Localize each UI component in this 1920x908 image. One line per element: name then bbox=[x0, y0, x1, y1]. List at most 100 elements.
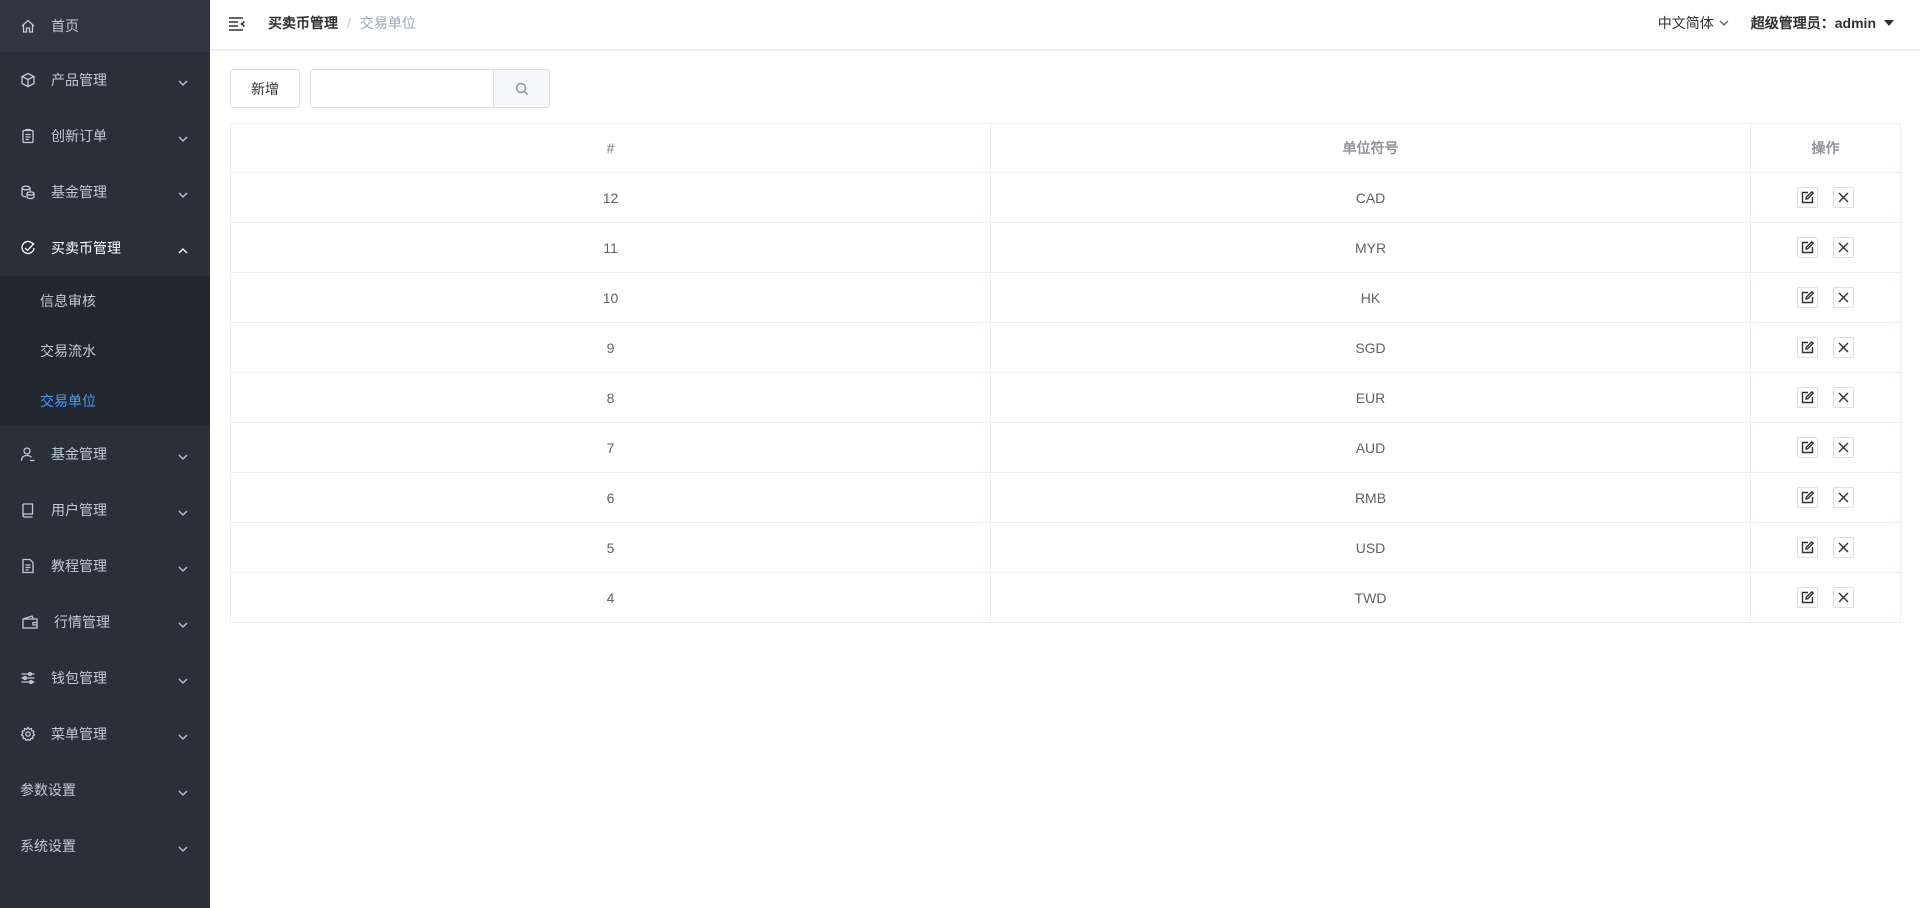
table-row: 8 EUR bbox=[230, 372, 1901, 423]
delete-button[interactable] bbox=[1833, 287, 1854, 308]
sidebar-item-label: 基金管理 bbox=[51, 446, 107, 462]
sidebar-item-orders[interactable]: 创新订单 bbox=[0, 108, 210, 164]
language-selector[interactable]: 中文简体 bbox=[1658, 13, 1729, 33]
check-circle-icon bbox=[20, 240, 36, 256]
edit-icon bbox=[1801, 591, 1814, 604]
cell-actions bbox=[1750, 472, 1901, 523]
chevron-down-icon bbox=[178, 131, 188, 142]
edit-button[interactable] bbox=[1797, 187, 1818, 208]
cell-actions bbox=[1750, 422, 1901, 473]
submenu-item-label: 交易流水 bbox=[40, 343, 96, 359]
column-header-id: # bbox=[230, 123, 991, 173]
submenu-item-trade-units[interactable]: 交易单位 bbox=[0, 376, 210, 426]
sidebar-item-wallets[interactable]: 钱包管理 bbox=[0, 650, 210, 706]
edit-button[interactable] bbox=[1797, 337, 1818, 358]
sidebar-item-label: 基金管理 bbox=[51, 184, 107, 200]
sidebar-item-label: 教程管理 bbox=[51, 558, 107, 574]
edit-button[interactable] bbox=[1797, 237, 1818, 258]
user-dropdown[interactable]: 超级管理员：admin bbox=[1751, 13, 1894, 33]
book-icon bbox=[20, 502, 36, 518]
edit-icon bbox=[1801, 341, 1814, 354]
sidebar-item-label: 行情管理 bbox=[54, 614, 110, 630]
close-icon bbox=[1838, 492, 1849, 503]
cell-actions bbox=[1750, 222, 1901, 273]
sidebar-item-label: 钱包管理 bbox=[51, 670, 107, 686]
sidebar-item-menus[interactable]: 菜单管理 bbox=[0, 706, 210, 762]
edit-button[interactable] bbox=[1797, 387, 1818, 408]
table-row: 4 TWD bbox=[230, 572, 1901, 623]
user-name: 超级管理员：admin bbox=[1750, 15, 1876, 31]
delete-button[interactable] bbox=[1833, 237, 1854, 258]
caret-down-icon bbox=[1884, 20, 1894, 26]
cell-id: 11 bbox=[230, 222, 991, 273]
sliders-icon bbox=[20, 670, 36, 686]
breadcrumb: 买卖币管理 / 交易单位 bbox=[268, 0, 416, 46]
user-icon bbox=[20, 446, 36, 462]
delete-button[interactable] bbox=[1833, 587, 1854, 608]
breadcrumb-item-trade-coins[interactable]: 买卖币管理 bbox=[268, 13, 338, 33]
table-row: 9 SGD bbox=[230, 322, 1901, 373]
sidebar-item-users[interactable]: 用户管理 bbox=[0, 482, 210, 538]
sidebar-item-label: 菜单管理 bbox=[51, 726, 107, 742]
sidebar-item-home[interactable]: 首页 bbox=[0, 0, 210, 52]
cell-id: 8 bbox=[230, 372, 991, 423]
language-label: 中文简体 bbox=[1657, 15, 1714, 31]
cell-actions bbox=[1750, 372, 1901, 423]
home-icon bbox=[20, 18, 36, 34]
sidebar-item-label: 用户管理 bbox=[51, 502, 107, 518]
cell-unit: EUR bbox=[990, 372, 1751, 423]
cell-id: 9 bbox=[230, 322, 991, 373]
sidebar-item-products[interactable]: 产品管理 bbox=[0, 52, 210, 108]
delete-button[interactable] bbox=[1833, 537, 1854, 558]
header-right: 中文简体 超级管理员：admin bbox=[1658, 0, 1894, 46]
search-button[interactable] bbox=[493, 69, 550, 108]
sidebar-item-parameters[interactable]: 参数设置 bbox=[0, 762, 210, 818]
sidebar-item-trade-coins[interactable]: 买卖币管理 bbox=[0, 220, 210, 276]
add-button[interactable]: 新增 bbox=[230, 69, 300, 108]
sidebar-item-label: 创新订单 bbox=[51, 128, 107, 144]
units-table: # 单位符号 操作 12 CAD 11 MYR 10 HK 9 SGD 8 EU… bbox=[230, 123, 1901, 623]
cell-unit: TWD bbox=[990, 572, 1751, 623]
chevron-down-icon bbox=[178, 841, 188, 852]
search-input[interactable] bbox=[310, 69, 493, 108]
sidebar-item-funds-2[interactable]: 基金管理 bbox=[0, 426, 210, 482]
delete-button[interactable] bbox=[1833, 187, 1854, 208]
chevron-down-icon bbox=[178, 561, 188, 572]
close-icon bbox=[1838, 242, 1849, 253]
table-header-row: # 单位符号 操作 bbox=[230, 123, 1901, 173]
edit-button[interactable] bbox=[1797, 437, 1818, 458]
cell-id: 4 bbox=[230, 572, 991, 623]
sidebar-item-system[interactable]: 系统设置 bbox=[0, 818, 210, 874]
cell-unit: HK bbox=[990, 272, 1751, 323]
close-icon bbox=[1838, 592, 1849, 603]
submenu-item-info-review[interactable]: 信息审核 bbox=[0, 276, 210, 326]
table-row: 10 HK bbox=[230, 272, 1901, 323]
chevron-down-icon bbox=[178, 449, 188, 460]
search-group bbox=[310, 69, 550, 108]
sidebar: 首页 产品管理 创新订单 基金管理 买卖币管理 信息审核 交易流水 交易单位 基… bbox=[0, 0, 210, 908]
sidebar-item-market[interactable]: 行情管理 bbox=[0, 594, 210, 650]
column-header-unit: 单位符号 bbox=[990, 123, 1751, 173]
sidebar-item-label: 参数设置 bbox=[20, 782, 76, 798]
submenu-item-label: 交易单位 bbox=[40, 393, 96, 409]
submenu-item-transactions[interactable]: 交易流水 bbox=[0, 326, 210, 376]
edit-button[interactable] bbox=[1797, 287, 1818, 308]
delete-button[interactable] bbox=[1833, 487, 1854, 508]
sidebar-item-tutorials[interactable]: 教程管理 bbox=[0, 538, 210, 594]
cell-actions bbox=[1750, 272, 1901, 323]
edit-button[interactable] bbox=[1797, 587, 1818, 608]
table-row: 7 AUD bbox=[230, 422, 1901, 473]
edit-button[interactable] bbox=[1797, 537, 1818, 558]
clipboard-icon bbox=[20, 128, 36, 144]
edit-icon bbox=[1801, 491, 1814, 504]
delete-button[interactable] bbox=[1833, 387, 1854, 408]
hamburger-icon[interactable] bbox=[228, 15, 246, 33]
sidebar-item-funds[interactable]: 基金管理 bbox=[0, 164, 210, 220]
toolbar: 新增 bbox=[230, 69, 550, 108]
edit-button[interactable] bbox=[1797, 487, 1818, 508]
delete-button[interactable] bbox=[1833, 337, 1854, 358]
close-icon bbox=[1838, 542, 1849, 553]
delete-button[interactable] bbox=[1833, 437, 1854, 458]
submenu-trade-coins: 信息审核 交易流水 交易单位 bbox=[0, 276, 210, 426]
chevron-down-icon bbox=[178, 617, 188, 628]
